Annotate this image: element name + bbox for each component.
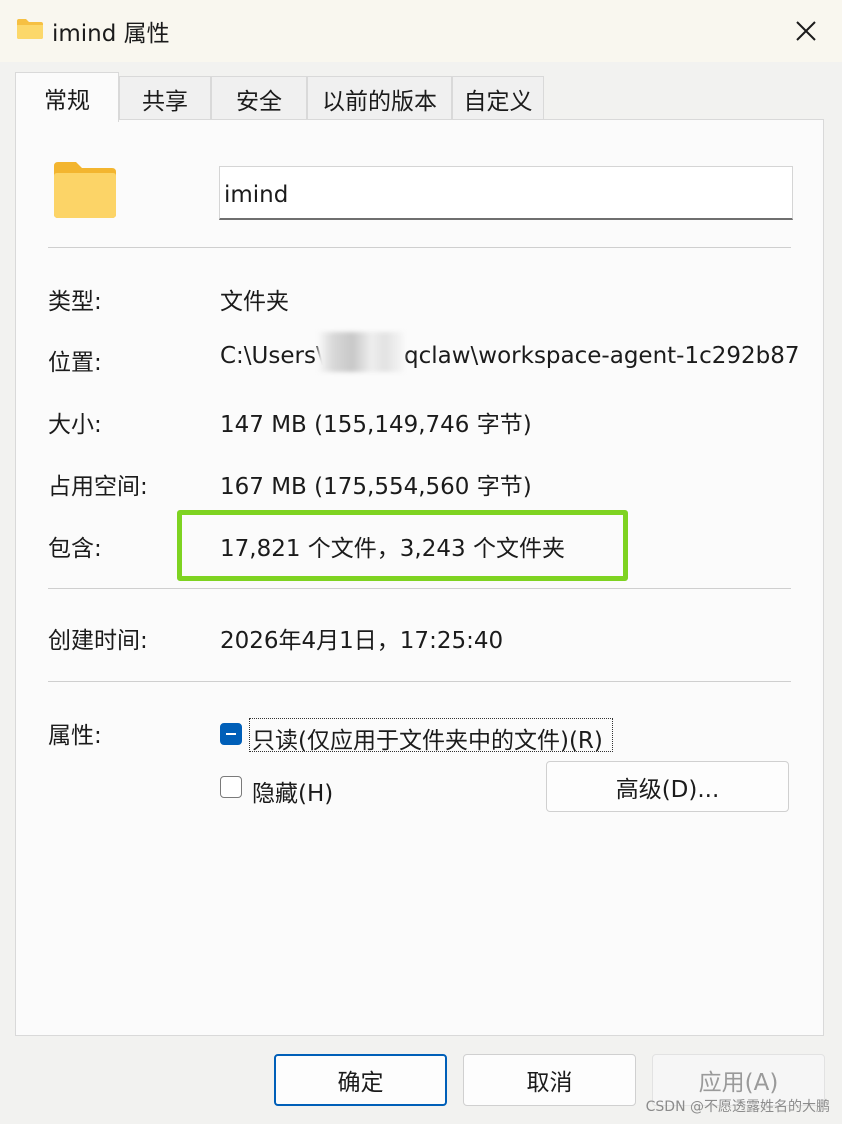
- hidden-checkbox[interactable]: [220, 776, 242, 798]
- tab-security[interactable]: 安全: [211, 76, 307, 120]
- divider: [48, 247, 791, 248]
- folder-name-input[interactable]: [219, 166, 793, 220]
- close-icon: [796, 21, 816, 41]
- divider: [48, 681, 791, 682]
- divider: [48, 588, 791, 589]
- tab-general[interactable]: 常规: [15, 72, 119, 122]
- tab-previous-versions[interactable]: 以前的版本: [307, 76, 452, 120]
- type-label: 类型:: [48, 289, 102, 315]
- tab-sharing[interactable]: 共享: [119, 76, 211, 120]
- size-label: 大小:: [48, 412, 102, 438]
- created-label: 创建时间:: [48, 628, 148, 654]
- redacted-username: [318, 332, 404, 372]
- location-label: 位置:: [48, 350, 102, 376]
- title-bar: imind 属性: [0, 0, 842, 62]
- contains-label: 包含:: [48, 536, 102, 562]
- disk-size-value: 167 MB (175,554,560 字节): [220, 474, 532, 500]
- close-button[interactable]: [786, 12, 826, 50]
- created-value: 2026年4月1日，17:25:40: [220, 628, 504, 654]
- readonly-label[interactable]: 只读(仅应用于文件夹中的文件)(R): [252, 721, 603, 755]
- advanced-button[interactable]: 高级(D)...: [546, 761, 789, 812]
- disk-size-label: 占用空间:: [48, 474, 148, 500]
- cancel-button[interactable]: 取消: [463, 1054, 636, 1106]
- tab-customize[interactable]: 自定义: [452, 76, 544, 120]
- attributes-label: 属性:: [48, 723, 102, 749]
- readonly-checkbox[interactable]: [220, 723, 242, 745]
- folder-icon: [16, 18, 44, 40]
- location-suffix: qclaw\workspace-agent-1c292b87: [404, 343, 800, 369]
- location-prefix: C:\Users\: [220, 343, 324, 369]
- hidden-label[interactable]: 隐藏(H): [252, 774, 333, 808]
- folder-icon: [52, 160, 118, 220]
- watermark: CSDN @不愿透露姓名的大鹏: [645, 1099, 830, 1115]
- ok-button[interactable]: 确定: [274, 1054, 447, 1106]
- size-value: 147 MB (155,149,746 字节): [220, 412, 532, 438]
- window-title: imind 属性: [52, 21, 170, 47]
- highlight-box: [177, 510, 628, 581]
- type-value: 文件夹: [220, 289, 289, 315]
